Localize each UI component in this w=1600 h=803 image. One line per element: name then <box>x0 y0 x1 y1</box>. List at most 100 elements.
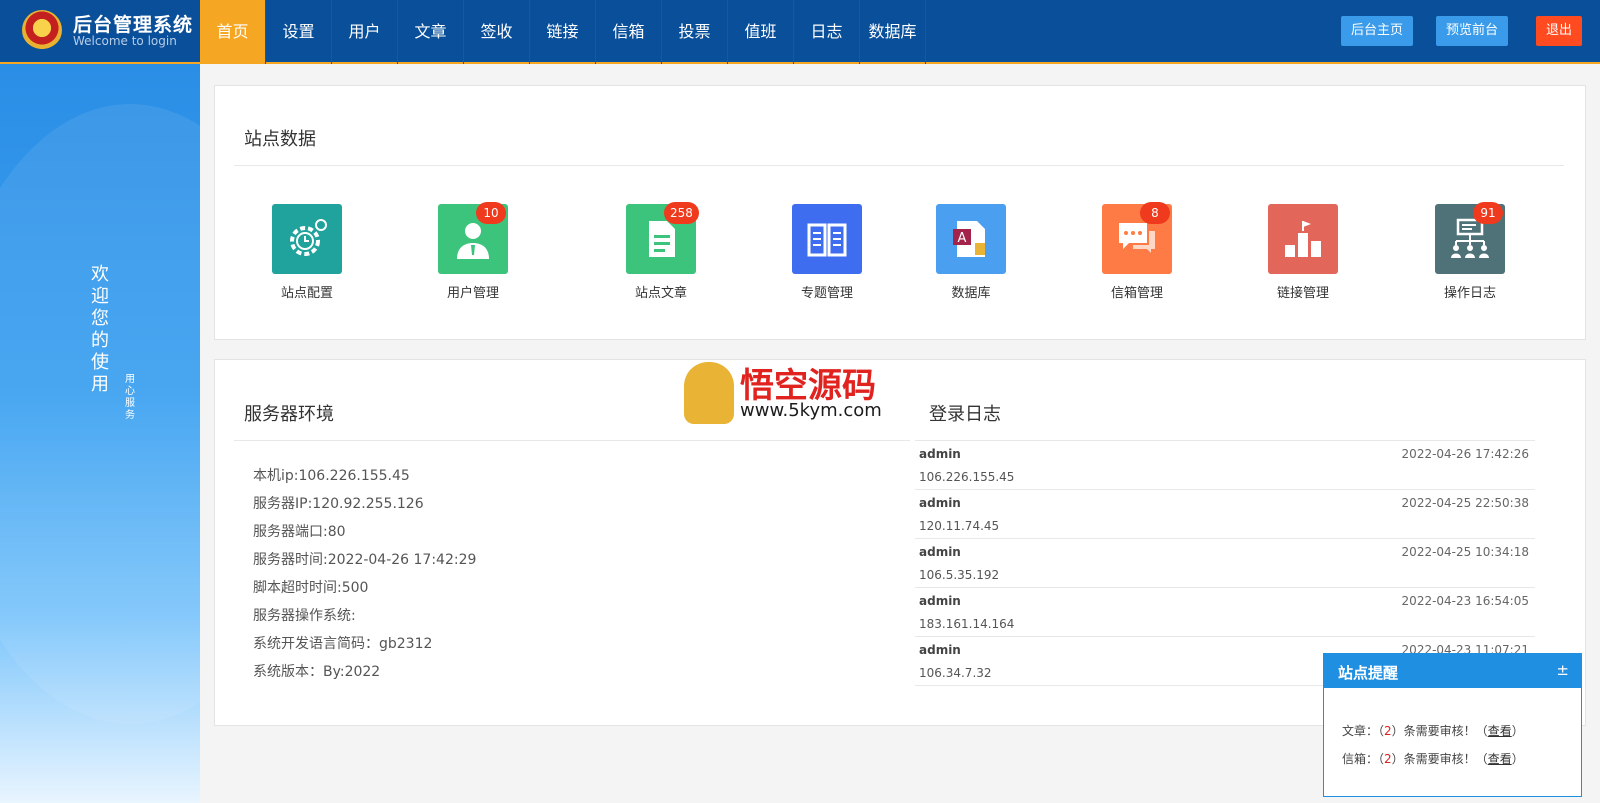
stat-user-management[interactable]: 10 用户管理 <box>413 202 533 301</box>
sidebar-decoration <box>0 104 200 724</box>
monkey-icon <box>684 362 734 424</box>
log-ip: 106.5.35.192 <box>919 568 1000 582</box>
log-user: admin <box>919 594 961 608</box>
env-language-code: 系统开发语言简码：gb2312 <box>253 636 433 652</box>
reminder-label: 信箱： <box>1342 752 1379 766</box>
stat-site-config[interactable]: 站点配置 <box>247 204 367 301</box>
log-ip: 120.11.74.45 <box>919 519 1000 533</box>
stat-label: 站点文章 <box>634 286 687 301</box>
brand-subtitle: Welcome to login <box>73 34 177 48</box>
log-user: admin <box>919 447 961 461</box>
login-log-title: 登录日志 <box>929 404 1001 425</box>
stat-user-management-box: 10 <box>438 202 508 274</box>
nav-item-articles[interactable]: 文章 <box>398 0 464 64</box>
env-script-timeout: 脚本超时时间:500 <box>253 580 369 596</box>
emblem-logo <box>22 10 62 50</box>
env-local-ip: 本机ip:106.226.155.45 <box>253 468 410 484</box>
stat-link-management[interactable]: 链接管理 <box>1243 204 1363 301</box>
nav-item-duty[interactable]: 值班 <box>728 0 794 64</box>
main-nav: 首页 设置 用户 文章 签收 链接 信箱 投票 值班 日志 数据库 <box>200 0 926 64</box>
svg-text:A: A <box>958 231 967 246</box>
popup-title: 站点提醒 <box>1338 664 1399 682</box>
log-time: 2022-04-26 17:42:26 <box>1401 447 1529 461</box>
env-server-os: 服务器操作系统: <box>253 608 356 624</box>
view-mailbox-link[interactable]: 查看 <box>1488 752 1512 766</box>
reminder-paren-close: ） <box>1511 724 1524 738</box>
stat-label: 专题管理 <box>800 286 853 301</box>
login-log-row: admin 2022-04-23 16:54:05 183.161.14.164 <box>915 587 1535 636</box>
popup-header: 站点提醒 ± <box>1324 654 1581 688</box>
log-ip: 106.226.155.45 <box>919 470 1015 484</box>
nav-item-logs[interactable]: 日志 <box>794 0 860 64</box>
stat-operation-log-box: 91 <box>1435 202 1505 274</box>
stat-label: 信箱管理 <box>1110 286 1163 301</box>
stat-mailbox-management[interactable]: 8 信箱管理 <box>1077 202 1197 301</box>
popup-toggle-button[interactable]: ± <box>1556 661 1569 679</box>
nav-item-users[interactable]: 用户 <box>332 0 398 64</box>
flag-chart-icon <box>1285 221 1321 257</box>
stat-site-articles-box: 258 <box>626 202 699 274</box>
login-log-row: admin 2022-04-26 17:42:26 106.226.155.45 <box>915 440 1535 489</box>
log-ip: 106.34.7.32 <box>919 666 992 680</box>
view-articles-link[interactable]: 查看 <box>1488 724 1512 738</box>
brand-title: 后台管理系统 <box>73 14 194 36</box>
log-user: admin <box>919 496 961 510</box>
site-reminder-popup: 站点提醒 ± 文章：（2）条需要审核！（查看） 信箱：（2）条需要审核！（查看） <box>1323 653 1582 797</box>
log-time: 2022-04-23 16:54:05 <box>1401 594 1529 608</box>
env-server-time: 服务器时间:2022-04-26 17:42:29 <box>253 552 477 568</box>
stat-topic-management-box <box>792 204 862 274</box>
login-log-row: admin 2022-04-25 10:34:18 106.5.35.192 <box>915 538 1535 587</box>
stat-operation-log[interactable]: 91 操作日志 <box>1410 202 1530 301</box>
stat-site-articles[interactable]: 258 站点文章 <box>601 202 721 301</box>
stat-label: 链接管理 <box>1276 286 1329 301</box>
site-data-title: 站点数据 <box>244 129 316 150</box>
env-version: 系统版本：By:2022 <box>253 664 381 680</box>
env-server-ip: 服务器IP:120.92.255.126 <box>253 496 424 512</box>
log-time: 2022-04-25 22:50:38 <box>1401 496 1529 510</box>
stat-label: 用户管理 <box>446 286 499 301</box>
nav-item-links[interactable]: 链接 <box>530 0 596 64</box>
article-count-badge: 258 <box>664 202 699 224</box>
server-env-title: 服务器环境 <box>244 404 334 425</box>
reminder-line-articles: 文章：（2）条需要审核！（查看） <box>1342 722 1524 739</box>
nav-item-home[interactable]: 首页 <box>200 0 266 64</box>
nav-item-mailbox[interactable]: 信箱 <box>596 0 662 64</box>
top-header: 后台管理系统 Welcome to login 首页 设置 用户 文章 签收 链… <box>0 0 1600 64</box>
nav-item-receipts[interactable]: 签收 <box>464 0 530 64</box>
reminder-line-mailbox: 信箱：（2）条需要审核！（查看） <box>1342 750 1524 767</box>
env-server-port: 服务器端口:80 <box>253 524 346 540</box>
server-env-divider <box>234 440 910 441</box>
log-user: admin <box>919 643 961 657</box>
log-time: 2022-04-25 10:34:18 <box>1401 545 1529 559</box>
stat-label: 操作日志 <box>1443 286 1496 301</box>
watermark-logo: 悟空源码 www.5kym.com <box>684 362 910 434</box>
slogan-text: 用心服务 <box>125 374 135 421</box>
book-icon <box>807 223 847 257</box>
stat-database[interactable]: A 数据库 <box>911 204 1031 301</box>
gear-clock-icon <box>290 219 327 256</box>
reminder-count: 2 <box>1384 752 1392 766</box>
nav-item-votes[interactable]: 投票 <box>662 0 728 64</box>
left-sidebar: 欢迎您的使用 用心服务 <box>0 64 200 803</box>
welcome-text: 欢迎您的使用 <box>91 264 109 395</box>
log-ip: 183.161.14.164 <box>919 617 1015 631</box>
admin-home-button[interactable]: 后台主页 <box>1341 16 1414 46</box>
database-file-icon: A <box>953 221 985 257</box>
login-log-row: admin 2022-04-25 22:50:38 120.11.74.45 <box>915 489 1535 538</box>
stat-label: 站点配置 <box>280 286 333 301</box>
preview-frontend-button[interactable]: 预览前台 <box>1436 16 1509 46</box>
reminder-count: 2 <box>1384 724 1392 738</box>
stat-topic-management[interactable]: 专题管理 <box>767 204 887 301</box>
logout-button[interactable]: 退出 <box>1536 16 1583 46</box>
reminder-paren-close: ） <box>1511 752 1524 766</box>
nav-item-database[interactable]: 数据库 <box>860 0 926 64</box>
reminder-label: 文章： <box>1342 724 1379 738</box>
watermark-url: www.5kym.com <box>740 400 882 421</box>
nav-item-settings[interactable]: 设置 <box>266 0 332 64</box>
mailbox-count-badge: 8 <box>1140 202 1170 224</box>
site-data-divider <box>234 165 1564 166</box>
log-count-badge: 91 <box>1473 202 1503 224</box>
reminder-text: ）条需要审核！（ <box>1391 752 1488 766</box>
reminder-text: ）条需要审核！（ <box>1391 724 1488 738</box>
stat-link-management-box <box>1268 204 1338 274</box>
